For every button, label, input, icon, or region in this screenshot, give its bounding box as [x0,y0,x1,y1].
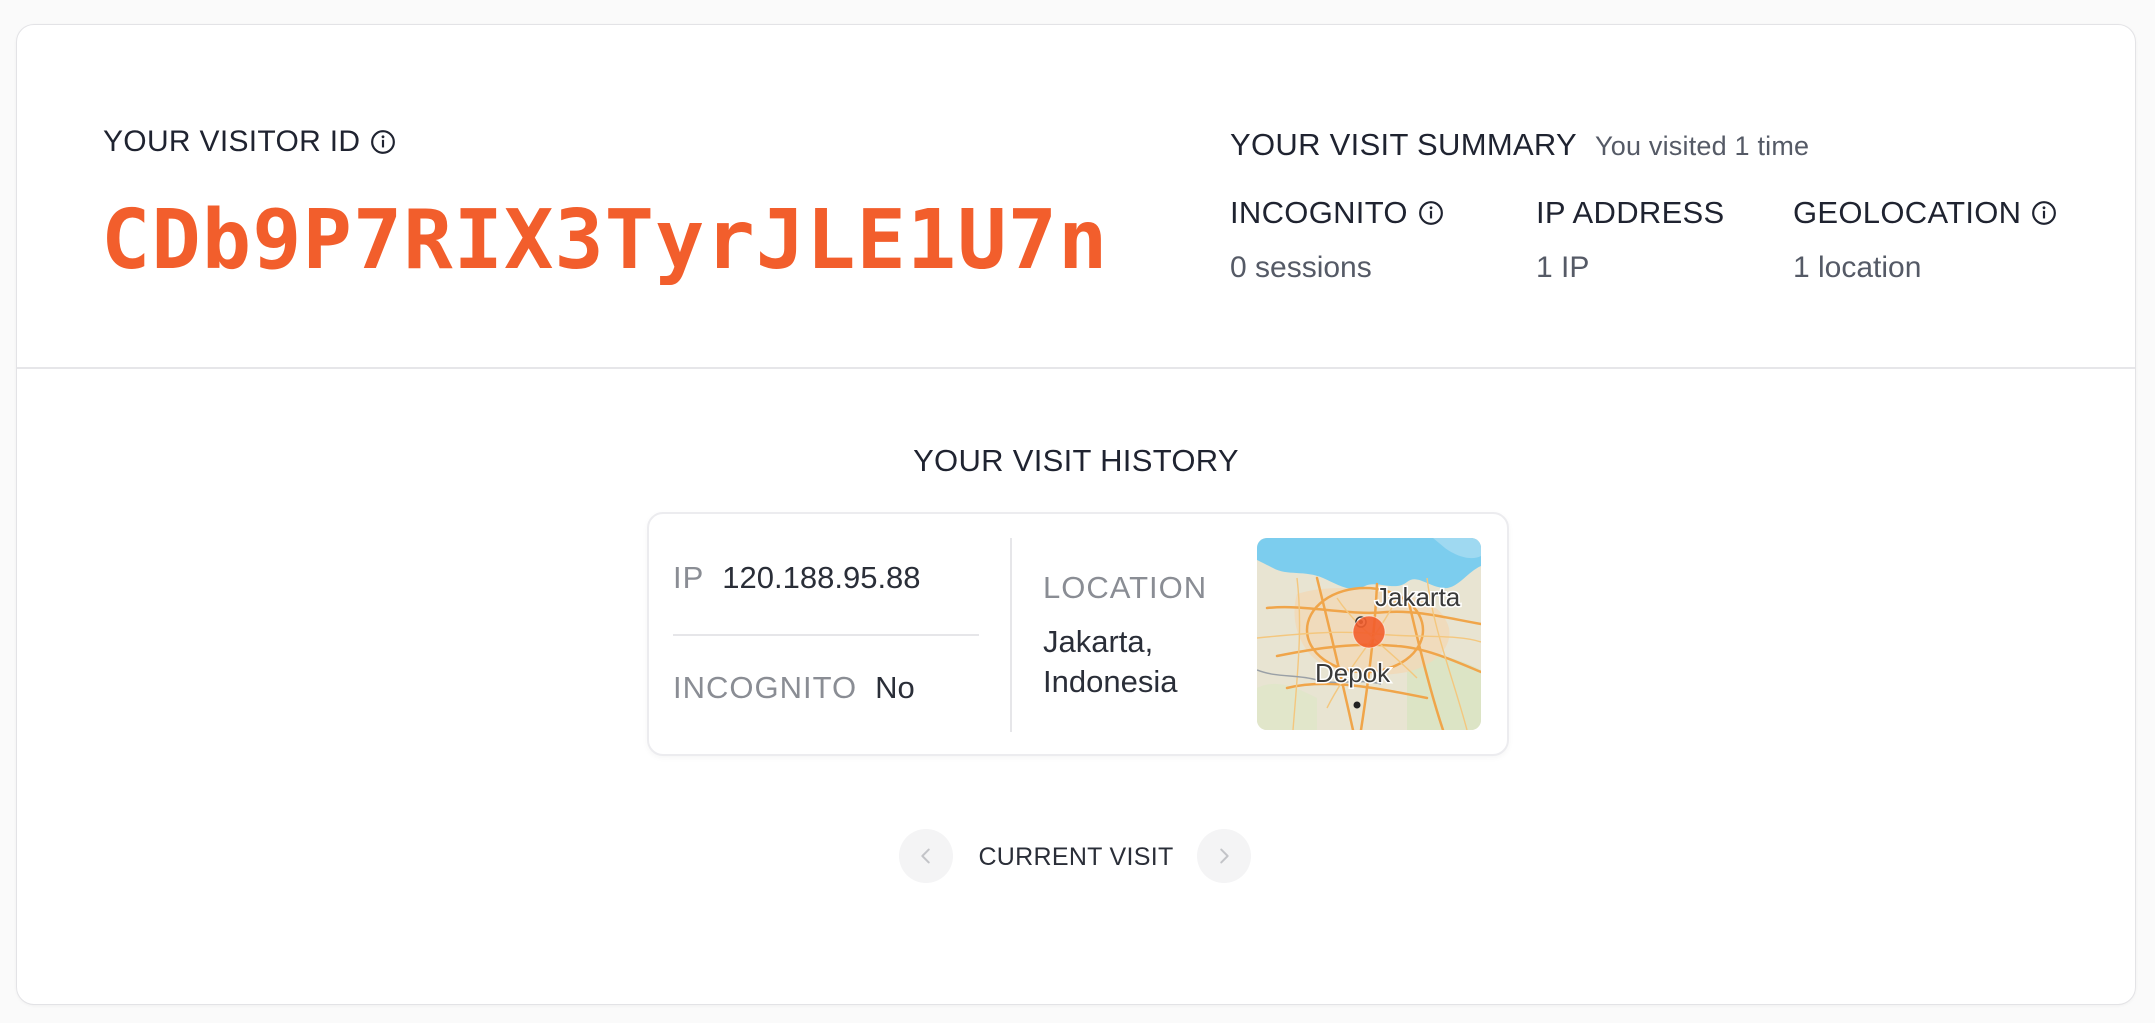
chevron-right-icon [1220,848,1229,864]
map-label-jakarta: Jakarta [1375,582,1461,612]
visit-summary: YOUR VISIT SUMMARY You visited 1 time IN… [1230,127,2090,285]
visit-history-card: IP 120.188.95.88 INCOGNITO No LOCATION J… [647,512,1509,756]
ip-value: 120.188.95.88 [722,560,921,595]
stat-value: 1 location [1793,251,1922,284]
stat-label: INCOGNITO [1230,195,1408,230]
divider [1010,538,1012,732]
ip-label: IP [673,560,705,595]
stat-value: 1 IP [1536,251,1590,284]
visit-details: IP 120.188.95.88 INCOGNITO No [673,538,979,732]
visitor-id-value: CDb9P7RIX3TyrJLE1U7n [101,193,1109,288]
divider [673,634,979,636]
info-icon[interactable] [2031,200,2057,226]
visit-history-title: YOUR VISIT HISTORY [913,443,1239,478]
next-visit-button[interactable] [1197,829,1251,883]
stat-label: GEOLOCATION [1793,195,2022,230]
visitor-card: YOUR VISITOR ID CDb9P7RIX3TyrJLE1U7n YOU… [16,24,2136,1005]
visitor-summary-section: YOUR VISITOR ID CDb9P7RIX3TyrJLE1U7n YOU… [17,25,2135,369]
location-label: LOCATION [1043,570,1208,605]
info-icon[interactable] [1418,200,1444,226]
location-value: Jakarta, Indonesia [1043,624,1178,699]
stat-value: 0 sessions [1230,251,1372,284]
visitor-id-label: YOUR VISITOR ID [103,125,361,158]
visit-navigation: CURRENT VISIT [17,829,2135,885]
visit-summary-title: YOUR VISIT SUMMARY [1230,127,1578,162]
incognito-label: INCOGNITO [673,670,858,705]
stat-geolocation: GEOLOCATION 1 location [1793,195,2057,285]
location-map: Jakarta Depok [1257,538,1481,730]
visit-count-text: You visited 1 time [1595,131,1810,161]
info-icon[interactable] [370,129,396,155]
visitor-id-heading: YOUR VISITOR ID [103,125,396,159]
stat-ip-address: IP ADDRESS 1 IP [1536,195,1725,285]
stat-incognito: INCOGNITO 0 sessions [1230,195,1444,285]
map-label-depok: Depok [1315,658,1391,688]
current-visit-label: CURRENT VISIT [978,843,1174,871]
stat-label: IP ADDRESS [1536,195,1725,230]
incognito-value: No [875,670,915,705]
